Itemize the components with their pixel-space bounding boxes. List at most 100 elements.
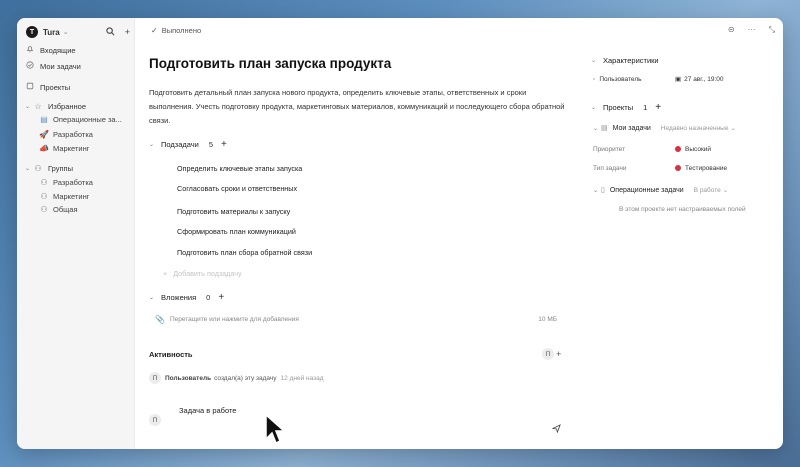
users-icon: ⚇ <box>40 204 48 214</box>
users-icon: ⚇ <box>40 191 48 201</box>
chevron-down-icon[interactable]: ⌄ <box>593 125 599 132</box>
sidebar-group-marketing[interactable]: ⚇ Маркетинг <box>39 190 133 202</box>
avatar: П <box>149 414 161 426</box>
activity-action: создал(а) эту задачу <box>214 374 277 382</box>
comment-input[interactable]: Задача в работе <box>179 406 236 415</box>
projects-label: Проекты <box>603 102 634 112</box>
check-circle-icon <box>25 61 35 71</box>
chevron-down-icon[interactable]: ⌄ <box>25 165 31 172</box>
subtask-item[interactable]: Согласовать сроки и ответственных <box>177 182 297 194</box>
chevron-down-icon[interactable]: ⌄ <box>149 294 155 301</box>
chevron-down-icon[interactable]: ⌄ <box>25 103 31 110</box>
comment-composer[interactable]: П Задача в работе <box>149 402 561 442</box>
activity-tools: П + <box>542 348 561 360</box>
properties-panel: ⊝ ··· ⤡ ⌄ Характеристики ▫ Пользователь … <box>583 18 783 449</box>
chevron-down-icon: ⌄ <box>722 187 729 194</box>
sidebar: Т Tura ⌄ + Входящие Мои задачи Проекты ⌄… <box>17 18 135 449</box>
groups-label: Группы <box>48 163 73 173</box>
add-subtask-icon[interactable]: + <box>221 139 227 150</box>
project-my-tasks[interactable]: ⌄ ▤ Мои задачи Недавно назначенные ⌄ <box>593 122 736 134</box>
search-icon[interactable] <box>106 26 115 38</box>
sidebar-item-marketing[interactable]: 📣 Маркетинг <box>39 142 133 154</box>
project-status[interactable]: Недавно назначенные <box>661 125 729 132</box>
send-icon[interactable] <box>551 424 561 435</box>
sidebar-favorites-header[interactable]: ⌄ ☆ Избранное <box>25 100 131 112</box>
subtasks-label: Подзадачи <box>161 139 199 149</box>
users-icon: ⚇ <box>40 177 48 187</box>
page-title[interactable]: Подготовить план запуска продукта <box>149 56 391 71</box>
chevron-down-icon[interactable]: ⌄ <box>591 104 597 111</box>
sidebar-item-my-tasks[interactable]: Мои задачи <box>25 60 131 72</box>
priority-text: Высокий <box>685 145 712 153</box>
sidebar-group-dev[interactable]: ⚇ Разработка <box>39 176 133 188</box>
collapse-icon[interactable]: ⤡ <box>769 25 775 35</box>
project-name: Операционные задачи <box>609 186 684 194</box>
priority-value[interactable]: Высокий <box>675 146 711 153</box>
sidebar-groups-header[interactable]: ⌄ ⚇ Группы <box>25 162 131 174</box>
workspace-logo[interactable]: Т <box>26 26 38 38</box>
activity-title: Активность <box>149 350 193 359</box>
due-date[interactable]: ▣ 27 авг., 19:00 <box>675 75 724 84</box>
plus-icon[interactable]: + <box>556 349 561 359</box>
task-description[interactable]: Подготовить детальный план запуска новог… <box>149 86 569 128</box>
bell-icon <box>25 45 35 55</box>
attachments-count: 0 <box>206 292 211 302</box>
task-topbar: ✓ Выполнено <box>135 18 583 42</box>
sidebar-item-label: Разработка <box>53 129 93 139</box>
plus-icon[interactable]: + <box>125 27 130 38</box>
chevron-down-icon[interactable]: ⌄ <box>591 57 597 64</box>
assignee-value[interactable]: Пользователь <box>599 76 641 83</box>
projects-header[interactable]: ⌄ Проекты 1 + <box>591 101 661 113</box>
dropzone-text: Перетащите или нажмите для добавления <box>169 315 299 323</box>
project-status[interactable]: В работе <box>694 187 721 194</box>
chevron-down-icon[interactable]: ⌄ <box>149 141 155 148</box>
add-subtask-button[interactable]: + Добавить подзадачу <box>163 267 242 279</box>
sidebar-item-label: Входящие <box>40 45 76 55</box>
check-icon[interactable]: ✓ <box>151 26 158 35</box>
sidebar-group-general[interactable]: ⚇ Общая <box>39 203 133 215</box>
paperclip-icon: 📎 <box>155 314 165 324</box>
sidebar-item-label: Маркетинг <box>53 143 90 153</box>
more-icon[interactable]: ··· <box>748 25 756 35</box>
due-date-value: 27 авг., 19:00 <box>684 75 724 83</box>
sidebar-item-ops[interactable]: ▤ Операционные за... <box>39 113 133 125</box>
folder-icon <box>25 82 35 92</box>
priority-label: Приоритет <box>593 145 626 153</box>
sidebar-item-label: Разработка <box>53 177 93 187</box>
subtask-item[interactable]: Сформировать план коммуникаций <box>177 225 296 237</box>
status-label[interactable]: Выполнено <box>162 26 201 35</box>
characteristics-header[interactable]: ⌄ Характеристики <box>591 54 659 66</box>
chevron-down-icon[interactable]: ⌄ <box>593 187 599 194</box>
add-attachment-icon[interactable]: + <box>218 292 224 303</box>
app-window: Т Tura ⌄ + Входящие Мои задачи Проекты ⌄… <box>17 18 783 449</box>
subtask-item[interactable]: Подготовить план сбора обратной связи <box>177 246 312 258</box>
add-project-icon[interactable]: + <box>655 102 661 113</box>
workspace-name[interactable]: Tura <box>43 28 60 37</box>
avatar[interactable]: П <box>542 348 554 360</box>
attachments-label: Вложения <box>161 292 197 302</box>
users-icon: ⚇ <box>34 163 42 173</box>
chevron-down-icon[interactable]: ⌄ <box>63 28 69 36</box>
list-icon: ▯ <box>601 187 605 194</box>
sidebar-item-inbox[interactable]: Входящие <box>25 44 131 56</box>
task-detail: ✓ Выполнено Подготовить план запуска про… <box>135 18 583 449</box>
list-icon: ▤ <box>40 114 48 124</box>
projects-count: 1 <box>643 102 648 112</box>
type-text: Тестирование <box>685 164 728 172</box>
link-icon[interactable]: ⊝ <box>728 25 735 35</box>
subtasks-header[interactable]: ⌄ Подзадачи 5 + <box>149 138 227 150</box>
avatar: П <box>149 372 161 384</box>
activity-user[interactable]: Пользователь <box>165 375 211 382</box>
favorites-label: Избранное <box>48 101 87 111</box>
subtask-item[interactable]: Определить ключевые этапы запуска <box>177 162 302 174</box>
sidebar-item-projects[interactable]: Проекты <box>25 81 131 93</box>
type-value[interactable]: Тестирование <box>675 165 727 172</box>
sidebar-item-label: Общая <box>53 204 78 214</box>
attachment-dropzone[interactable]: 📎 Перетащите или нажмите для добавления … <box>155 312 557 326</box>
sidebar-item-dev[interactable]: 🚀 Разработка <box>39 128 133 140</box>
priority-dot <box>675 146 681 152</box>
project-ops[interactable]: ⌄ ▯ Операционные задачи В работе ⌄ <box>593 184 728 196</box>
type-row: Тип задачи Тестирование <box>593 162 778 174</box>
attachments-header[interactable]: ⌄ Вложения 0 + <box>149 291 224 303</box>
subtask-item[interactable]: Подготовить материалы к запуску <box>177 205 290 217</box>
